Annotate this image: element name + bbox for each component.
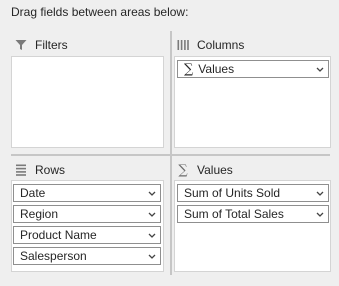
rows-label: Rows [35,163,66,177]
filters-drop-area[interactable] [11,56,164,148]
field-label: Date [20,186,46,200]
columns-drop-area[interactable]: ∑ Values [174,56,331,148]
values-field-total-sales[interactable]: Sum of Total Sales [177,205,329,223]
rows-drop-area[interactable]: Date Region Product Name Salesperson [11,180,164,272]
columns-field-values[interactable]: ∑ Values [177,60,329,78]
chevron-down-icon[interactable] [312,185,328,201]
rows-icon [14,163,28,177]
field-label: Product Name [20,228,97,242]
filters-header: Filters [14,36,68,54]
values-field-units-sold[interactable]: Sum of Units Sold [177,184,329,202]
field-label: Sum of Total Sales [184,207,284,221]
rows-field-date[interactable]: Date [13,184,161,202]
vertical-divider [170,31,172,275]
horizontal-divider [11,154,330,156]
columns-icon [176,38,190,52]
filter-icon [14,38,28,52]
sigma-icon: ∑ [184,61,194,77]
rows-field-salesperson[interactable]: Salesperson [13,247,161,265]
columns-label: Columns [197,38,245,52]
columns-header: Columns [176,36,244,54]
values-header: ∑ Values [176,161,233,179]
field-label: Sum of Units Sold [184,186,281,200]
chevron-down-icon[interactable] [144,206,160,222]
field-label: Salesperson [20,249,87,263]
sigma-icon: ∑ [178,162,188,178]
rows-field-region[interactable]: Region [13,205,161,223]
chevron-down-icon[interactable] [312,61,328,77]
values-label: Values [197,163,233,177]
chevron-down-icon[interactable] [144,248,160,264]
instruction-text: Drag fields between areas below: [11,5,189,19]
field-label: Region [20,207,59,221]
chevron-down-icon[interactable] [312,206,328,222]
values-drop-area[interactable]: Sum of Units Sold Sum of Total Sales [174,180,331,272]
chevron-down-icon[interactable] [144,227,160,243]
filters-label: Filters [35,38,68,52]
chevron-down-icon[interactable] [144,185,160,201]
field-label: Values [198,62,235,76]
rows-header: Rows [14,161,65,179]
rows-field-product-name[interactable]: Product Name [13,226,161,244]
